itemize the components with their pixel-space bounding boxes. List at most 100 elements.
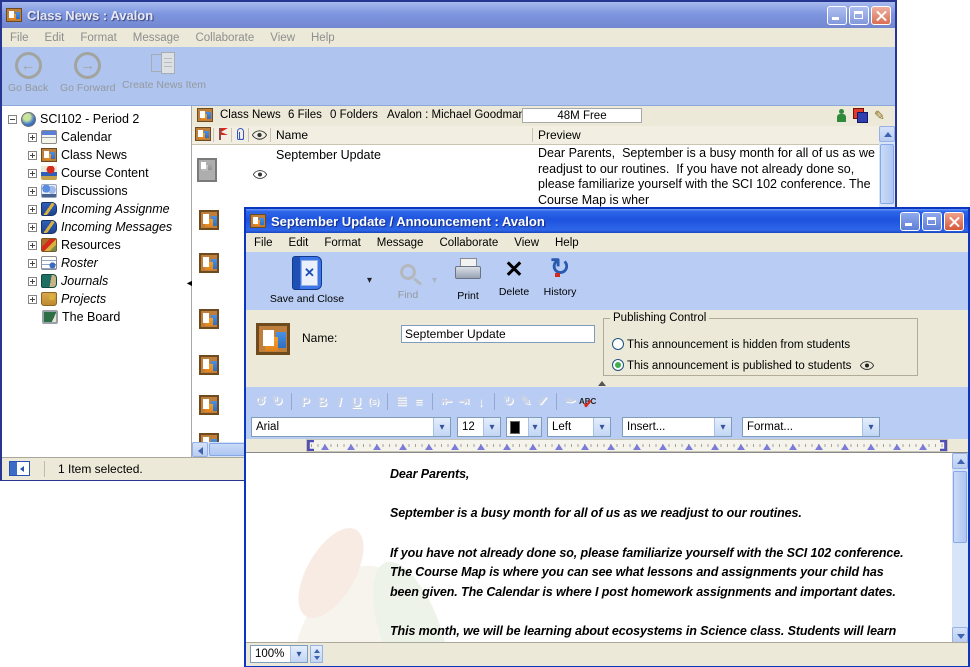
scroll-up-button[interactable] — [952, 453, 968, 469]
maximize-button[interactable] — [922, 212, 942, 231]
pane-resize-handle[interactable] — [598, 381, 606, 386]
tree-item-the-board[interactable]: The Board — [42, 308, 120, 326]
tree-root-sci102[interactable]: SCI102 - Period 2 — [8, 110, 139, 128]
font-size-select[interactable]: 12 ▾ — [457, 417, 501, 437]
redo-icon[interactable]: ↻ — [269, 392, 286, 410]
list-item-icon[interactable] — [199, 309, 219, 329]
insert-select[interactable]: Insert... ▾ — [622, 417, 732, 437]
menu-edit[interactable]: Edit — [281, 235, 317, 251]
radio-unchecked-icon[interactable] — [612, 338, 624, 350]
workspace-icon[interactable] — [853, 108, 868, 122]
expand-box-icon[interactable] — [28, 259, 37, 268]
menu-file[interactable]: File — [246, 235, 281, 251]
undo-icon[interactable]: ↺ — [252, 392, 269, 410]
alignment-select[interactable]: Left ▾ — [547, 417, 611, 437]
rotate-icon[interactable]: ↻ — [500, 392, 517, 410]
collapse-box-icon[interactable] — [8, 115, 17, 124]
minimize-button[interactable] — [827, 6, 847, 25]
save-options-dropdown-icon[interactable]: ▾ — [367, 275, 372, 286]
list-item-icon[interactable] — [199, 210, 219, 230]
expand-box-icon[interactable] — [28, 295, 37, 304]
bold-icon[interactable]: B — [314, 392, 331, 410]
tree-item-projects[interactable]: Projects — [28, 290, 106, 308]
tree-item-incoming-messages[interactable]: Incoming Messages — [28, 218, 172, 236]
format-select[interactable]: Format... ▾ — [742, 417, 880, 437]
ruler[interactable] — [306, 439, 948, 452]
go-forward-button[interactable]: → Go Forward — [60, 52, 115, 94]
font-family-select[interactable]: Arial ▾ — [251, 417, 451, 437]
menu-help[interactable]: Help — [547, 235, 587, 251]
list-row-september-update[interactable]: September Update Dear Parents, September… — [192, 144, 879, 208]
edit-pencil-icon[interactable]: ✎ — [874, 108, 885, 124]
underline-icon[interactable]: U — [348, 392, 365, 410]
menu-collaborate[interactable]: Collaborate — [431, 235, 506, 251]
item-type-column-icon[interactable] — [195, 127, 211, 141]
panel-toggle-icon[interactable] — [9, 461, 30, 476]
menu-message[interactable]: Message — [369, 235, 432, 251]
expand-box-icon[interactable] — [28, 277, 37, 286]
expand-box-icon[interactable] — [28, 241, 37, 250]
plain-style-icon[interactable]: P — [297, 392, 314, 410]
list-item-icon[interactable] — [199, 395, 219, 415]
menu-view[interactable]: View — [262, 30, 303, 46]
font-color-select[interactable]: ▾ — [506, 417, 542, 437]
history-button[interactable]: ↻ History — [536, 257, 584, 298]
flag-column-icon[interactable] — [218, 128, 229, 140]
menu-edit[interactable]: Edit — [37, 30, 73, 46]
radio-checked-icon[interactable] — [612, 359, 624, 371]
expand-box-icon[interactable] — [28, 205, 37, 214]
tree-item-calendar[interactable]: Calendar — [28, 128, 112, 146]
zoom-select[interactable]: 100% ▾ — [250, 645, 308, 663]
list-item-icon[interactable] — [199, 253, 219, 273]
column-preview-header[interactable]: Preview — [538, 128, 581, 142]
italic-icon[interactable]: I — [331, 392, 348, 410]
strike-icon[interactable]: (s) — [365, 392, 382, 410]
spell-check-icon[interactable]: ABC ✔ — [579, 392, 596, 410]
print-button[interactable]: Print — [446, 258, 490, 302]
radio-hidden-option[interactable]: This announcement is hidden from student… — [612, 338, 850, 351]
create-news-item-button[interactable]: Create News Item — [122, 52, 206, 91]
list-item-icon[interactable] — [199, 355, 219, 375]
expand-box-icon[interactable] — [28, 133, 37, 142]
zoom-spinner[interactable] — [310, 645, 323, 663]
menu-format[interactable]: Format — [72, 30, 124, 46]
tree-item-course-content[interactable]: Course Content — [28, 164, 149, 182]
approve-pen-icon[interactable]: ✔ — [534, 392, 551, 410]
scroll-down-button[interactable] — [952, 627, 968, 643]
find-options-dropdown-icon[interactable]: ▾ — [432, 275, 437, 286]
menu-view[interactable]: View — [506, 235, 547, 251]
close-button[interactable] — [871, 6, 891, 25]
signature-icon[interactable]: ✒ — [562, 392, 579, 410]
bullet-list-icon[interactable]: ≡ — [410, 392, 427, 410]
expand-box-icon[interactable] — [28, 169, 37, 178]
numbered-list-icon[interactable]: ≣ — [393, 392, 410, 410]
attachment-column-icon[interactable] — [237, 128, 244, 140]
expand-box-icon[interactable] — [28, 187, 37, 196]
find-button[interactable]: Find — [386, 260, 430, 301]
scroll-up-button[interactable] — [879, 126, 895, 142]
published-column-eye-icon[interactable] — [252, 130, 267, 140]
who-is-online-icon[interactable] — [837, 109, 846, 122]
column-name-header[interactable]: Name — [276, 128, 308, 142]
close-button[interactable] — [944, 212, 964, 231]
indent-icon[interactable]: ⇥ — [455, 392, 472, 410]
tree-item-discussions[interactable]: Discussions — [28, 182, 128, 200]
message-body-editor[interactable]: Dear Parents, September is a busy month … — [246, 452, 968, 643]
scroll-thumb[interactable] — [880, 144, 894, 204]
name-input[interactable] — [401, 325, 595, 343]
expand-box-icon[interactable] — [28, 223, 37, 232]
radio-published-option[interactable]: This announcement is published to studen… — [612, 359, 874, 372]
tree-item-incoming-assignments[interactable]: Incoming Assignme — [28, 200, 170, 218]
back-window-titlebar[interactable]: Class News : Avalon — [2, 2, 895, 28]
pen-icon[interactable]: ✎ — [517, 392, 534, 410]
save-and-close-button[interactable]: ✕ Save and Close — [252, 256, 362, 305]
scroll-left-button[interactable] — [192, 442, 208, 457]
front-window-titlebar[interactable]: September Update / Announcement : Avalon — [246, 209, 968, 233]
editor-scroll-thumb[interactable] — [953, 471, 967, 543]
delete-button[interactable]: ✕ Delete — [492, 255, 536, 298]
menu-help[interactable]: Help — [303, 30, 343, 46]
expand-box-icon[interactable] — [28, 151, 37, 160]
move-down-icon[interactable]: ↓ — [472, 392, 489, 410]
tree-item-journals[interactable]: Journals — [28, 272, 108, 290]
minimize-button[interactable] — [900, 212, 920, 231]
